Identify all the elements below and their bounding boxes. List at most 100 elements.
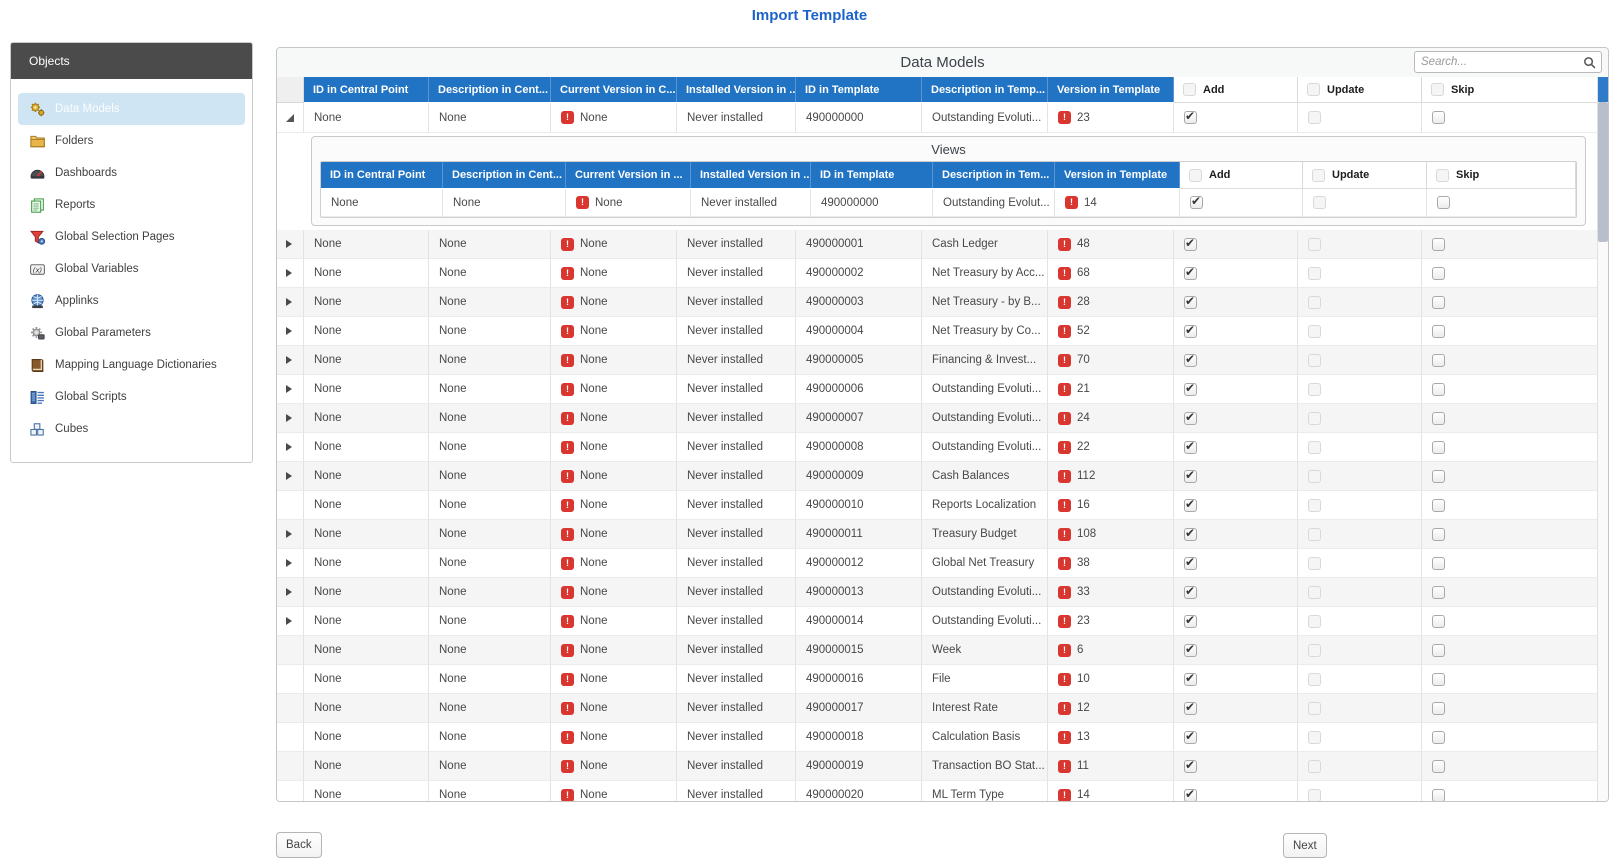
add-checkbox[interactable] (1184, 238, 1197, 251)
collapse-row-icon[interactable] (286, 114, 294, 122)
update-checkbox[interactable] (1308, 673, 1321, 686)
skip-checkbox[interactable] (1432, 644, 1445, 657)
add-checkbox[interactable] (1184, 702, 1197, 715)
expand-cell[interactable] (277, 549, 304, 578)
update-checkbox[interactable] (1308, 267, 1321, 280)
expand-cell[interactable] (277, 723, 304, 752)
column-header-version-in-template[interactable]: Version in Template (1048, 77, 1174, 102)
sidebar-item-global-parameters[interactable]: Global Parameters (18, 317, 245, 349)
sidebar-item-cubes[interactable]: Cubes (18, 413, 245, 445)
skip-checkbox[interactable] (1432, 238, 1445, 251)
skip-checkbox[interactable] (1432, 702, 1445, 715)
table-row[interactable]: None None !None Never installed 49000000… (321, 189, 1576, 217)
update-checkbox[interactable] (1308, 586, 1321, 599)
skip-checkbox[interactable] (1432, 557, 1445, 570)
update-all-checkbox[interactable] (1307, 83, 1320, 96)
expand-row-icon[interactable] (286, 414, 292, 422)
add-checkbox[interactable] (1184, 528, 1197, 541)
sidebar-item-applinks[interactable]: Applinks (18, 285, 245, 317)
table-row[interactable]: None None !None Never installed 49000000… (277, 288, 1608, 317)
expand-cell[interactable] (277, 752, 304, 781)
add-checkbox[interactable] (1184, 615, 1197, 628)
table-row[interactable]: None None !None Never installed 49000001… (277, 578, 1608, 607)
column-header-id-in-central-point[interactable]: ID in Central Point (304, 77, 429, 102)
skip-checkbox[interactable] (1432, 441, 1445, 454)
add-checkbox[interactable] (1184, 111, 1197, 124)
expand-row-icon[interactable] (286, 588, 292, 596)
update-checkbox[interactable] (1308, 325, 1321, 338)
expand-cell[interactable] (277, 433, 304, 462)
table-row[interactable]: None None !None Never installed 49000001… (277, 665, 1608, 694)
expand-row-icon[interactable] (286, 298, 292, 306)
add-checkbox[interactable] (1184, 383, 1197, 396)
skip-checkbox[interactable] (1432, 760, 1445, 773)
skip-checkbox[interactable] (1432, 470, 1445, 483)
table-row[interactable]: None None !None Never installed 49000000… (277, 103, 1608, 133)
skip-all-checkbox[interactable] (1436, 169, 1449, 182)
update-checkbox[interactable] (1308, 557, 1321, 570)
column-header-description-in-cent[interactable]: Description in Cent... (443, 162, 566, 188)
update-checkbox[interactable] (1308, 615, 1321, 628)
update-checkbox[interactable] (1308, 354, 1321, 367)
table-row[interactable]: None None !None Never installed 49000001… (277, 752, 1608, 781)
expand-row-icon[interactable] (286, 240, 292, 248)
table-row[interactable]: None None !None Never installed 49000000… (277, 433, 1608, 462)
add-checkbox[interactable] (1184, 412, 1197, 425)
add-checkbox[interactable] (1184, 354, 1197, 367)
add-checkbox[interactable] (1184, 760, 1197, 773)
expand-row-icon[interactable] (286, 356, 292, 364)
expand-cell[interactable] (277, 346, 304, 375)
table-row[interactable]: None None !None Never installed 49000000… (277, 259, 1608, 288)
column-header-id-in-template[interactable]: ID in Template (811, 162, 933, 188)
sidebar-item-mapping-language-dictionaries[interactable]: Mapping Language Dictionaries (18, 349, 245, 381)
expand-row-icon[interactable] (286, 327, 292, 335)
table-row[interactable]: None None !None Never installed 49000000… (277, 404, 1608, 433)
sidebar-item-global-variables[interactable]: (x) Global Variables (18, 253, 245, 285)
expand-cell[interactable] (277, 375, 304, 404)
update-checkbox[interactable] (1308, 702, 1321, 715)
skip-checkbox[interactable] (1432, 296, 1445, 309)
update-checkbox[interactable] (1308, 296, 1321, 309)
column-header-installed-version-in[interactable]: Installed Version in ... (677, 77, 796, 102)
column-header-id-in-central-point[interactable]: ID in Central Point (321, 162, 443, 188)
expand-cell[interactable] (277, 404, 304, 433)
skip-checkbox[interactable] (1432, 383, 1445, 396)
update-checkbox[interactable] (1308, 760, 1321, 773)
vertical-scrollbar[interactable] (1597, 77, 1608, 801)
sidebar-item-reports[interactable]: Reports (18, 189, 245, 221)
column-header-update[interactable]: Update (1298, 77, 1422, 103)
skip-checkbox[interactable] (1432, 615, 1445, 628)
column-header-installed-version-in[interactable]: Installed Version in ... (691, 162, 811, 188)
sidebar-item-dashboards[interactable]: Dashboards (18, 157, 245, 189)
table-row[interactable]: None None !None Never installed 49000001… (277, 636, 1608, 665)
table-row[interactable]: None None !None Never installed 49000001… (277, 723, 1608, 752)
expand-cell[interactable] (277, 259, 304, 288)
update-checkbox[interactable] (1308, 528, 1321, 541)
add-checkbox[interactable] (1184, 296, 1197, 309)
add-all-checkbox[interactable] (1189, 169, 1202, 182)
update-checkbox[interactable] (1308, 412, 1321, 425)
column-header-description-in-cent[interactable]: Description in Cent... (429, 77, 551, 102)
expand-row-icon[interactable] (286, 472, 292, 480)
update-checkbox[interactable] (1308, 111, 1321, 124)
column-header-description-in-temp[interactable]: Description in Temp... (922, 77, 1048, 102)
expand-cell[interactable] (277, 665, 304, 694)
skip-checkbox[interactable] (1432, 673, 1445, 686)
skip-checkbox[interactable] (1432, 499, 1445, 512)
column-header-skip[interactable]: Skip (1427, 162, 1576, 189)
add-checkbox[interactable] (1184, 499, 1197, 512)
expand-cell[interactable] (277, 781, 304, 802)
column-header-current-version-in[interactable]: Current Version in ... (566, 162, 691, 188)
sidebar-item-data-models[interactable]: Data Models (18, 93, 245, 125)
next-button[interactable]: Next (1283, 833, 1327, 858)
sidebar-item-folders[interactable]: Folders (18, 125, 245, 157)
expand-row-icon[interactable] (286, 530, 292, 538)
column-header-version-in-template[interactable]: Version in Template (1055, 162, 1180, 188)
sidebar-item-global-scripts[interactable]: Global Scripts (18, 381, 245, 413)
table-row[interactable]: None None !None Never installed 49000001… (277, 491, 1608, 520)
expand-cell[interactable] (277, 230, 304, 259)
skip-all-checkbox[interactable] (1431, 83, 1444, 96)
table-row[interactable]: None None !None Never installed 49000000… (277, 317, 1608, 346)
expand-cell[interactable] (277, 636, 304, 665)
back-button[interactable]: Back (276, 832, 322, 858)
